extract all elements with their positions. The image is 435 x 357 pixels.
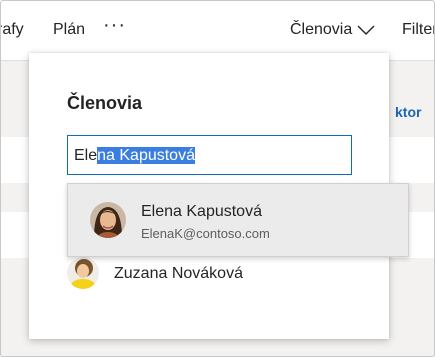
tab-charts[interactable]: rafy [0,21,24,39]
filter-button[interactable]: Filter [402,21,435,39]
member-search-input[interactable]: Elena Kapustová [67,135,352,175]
member-name: Zuzana Nováková [114,265,243,282]
suggestion-email: ElenaK@contoso.com [141,226,270,241]
more-options-button[interactable]: ··· [103,14,126,37]
avatar [90,202,126,238]
background-link[interactable]: ktor [395,104,421,120]
search-typed-text: Ele [74,147,98,164]
members-dropdown-button[interactable]: Členovia [290,21,352,39]
panel-title: Členovia [67,93,143,113]
search-autocomplete-selection: na Kapustová [97,147,195,164]
search-input-text: Elena Kapustová [74,147,195,165]
suggestion-name[interactable]: Elena Kapustová [141,203,262,221]
tab-plan[interactable]: Plán [53,21,85,39]
top-toolbar: rafy Plán ··· Členovia Filter [0,0,435,61]
chevron-down-icon[interactable] [357,25,375,35]
member-suggestion-dropdown: Elena Kapustová ElenaK@contoso.com [67,183,409,257]
member-list-item[interactable]: Zuzana Nováková [67,253,367,293]
avatar [67,257,99,289]
